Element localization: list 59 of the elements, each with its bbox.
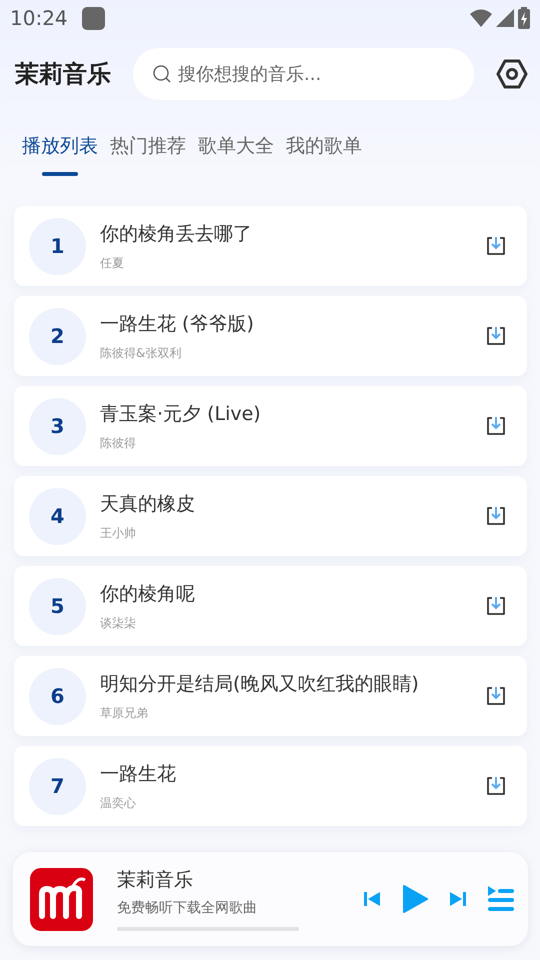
- song-number: 2: [29, 308, 86, 364]
- song-artist: 任夏: [100, 254, 125, 272]
- hexagon-settings-icon[interactable]: [496, 59, 528, 89]
- search-icon: [153, 65, 171, 83]
- song-card[interactable]: 5 你的棱角呢 谈柒柒: [14, 566, 527, 646]
- song-number: 7: [29, 758, 86, 814]
- signal-icon: [496, 9, 514, 27]
- download-icon[interactable]: [485, 235, 507, 257]
- download-icon[interactable]: [485, 325, 507, 347]
- download-icon[interactable]: [485, 685, 507, 707]
- app-title: 茉莉音乐: [15, 59, 111, 90]
- previous-icon: [364, 891, 380, 907]
- next-button[interactable]: [450, 891, 466, 907]
- status-time: 10:24: [10, 6, 68, 30]
- player-title: 茉莉音乐: [117, 868, 194, 893]
- song-artist: 谈柒柒: [100, 614, 137, 632]
- song-card[interactable]: 1 你的棱角丢去哪了 任夏: [14, 206, 527, 286]
- song-number: 6: [29, 668, 86, 724]
- tab[interactable]: 歌单大全: [198, 128, 274, 178]
- song-title: 一路生花 (爷爷版): [100, 312, 255, 336]
- song-number: 3: [29, 398, 86, 454]
- song-title: 青玉案·元夕 (Live): [100, 402, 262, 426]
- song-card[interactable]: 4 天真的橡皮 王小帅: [14, 476, 527, 556]
- playlist-icon: [488, 886, 514, 912]
- app-notification-icon: [82, 6, 105, 30]
- wifi-icon: [470, 9, 492, 27]
- search-field[interactable]: 搜你想搜的音乐...: [133, 48, 474, 100]
- song-number: 4: [29, 488, 86, 544]
- playlist-button[interactable]: [488, 886, 514, 912]
- download-icon[interactable]: [485, 415, 507, 437]
- player-subtitle: 免费畅听下载全网歌曲: [117, 899, 258, 917]
- play-icon: [402, 885, 428, 913]
- download-icon[interactable]: [485, 595, 507, 617]
- song-artist: 陈彼得: [100, 434, 137, 452]
- download-icon[interactable]: [485, 775, 507, 797]
- tab[interactable]: 我的歌单: [286, 128, 362, 178]
- song-number: 1: [29, 218, 86, 274]
- play-button[interactable]: [402, 885, 428, 913]
- previous-button[interactable]: [364, 891, 380, 907]
- song-artist: 王小帅: [100, 524, 137, 542]
- download-icon[interactable]: [485, 505, 507, 527]
- song-artist: 草原兄弟: [100, 704, 149, 722]
- song-card[interactable]: 2 一路生花 (爷爷版) 陈彼得&张双利: [14, 296, 527, 376]
- song-title: 你的棱角丢去哪了: [100, 222, 253, 246]
- song-title: 天真的橡皮: [100, 492, 196, 516]
- song-title: 你的棱角呢: [100, 582, 196, 606]
- song-artist: 温奕心: [100, 794, 137, 812]
- app-logo-icon: [28, 866, 95, 932]
- song-title: 明知分开是结局(晚风又吹红我的眼睛): [100, 672, 420, 696]
- song-title: 一路生花: [100, 762, 177, 786]
- song-artist: 陈彼得&张双利: [100, 344, 182, 362]
- tab[interactable]: 播放列表: [22, 128, 98, 178]
- tab[interactable]: 热门推荐: [110, 128, 186, 178]
- next-icon: [450, 891, 466, 907]
- battery-icon: [518, 7, 530, 29]
- song-card[interactable]: 7 一路生花 温奕心: [14, 746, 527, 826]
- song-card[interactable]: 3 青玉案·元夕 (Live) 陈彼得: [14, 386, 527, 466]
- song-card[interactable]: 6 明知分开是结局(晚风又吹红我的眼睛) 草原兄弟: [14, 656, 527, 736]
- song-number: 5: [29, 578, 86, 634]
